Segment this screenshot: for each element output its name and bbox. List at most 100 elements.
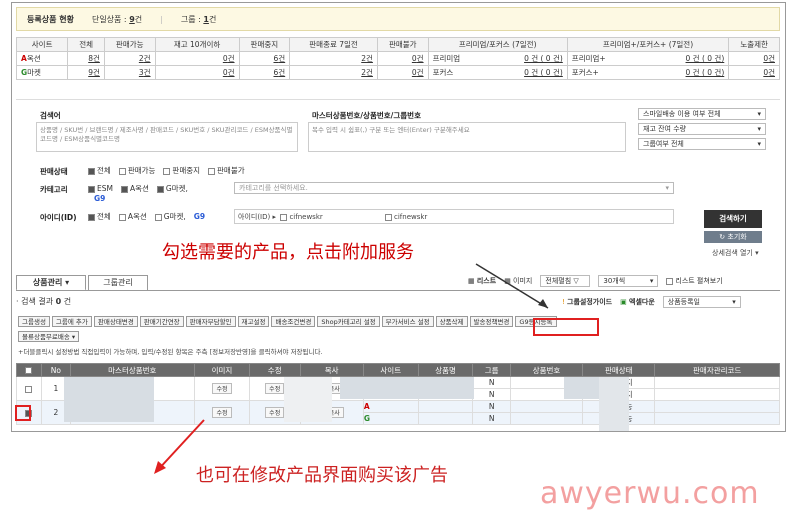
stat-sellable[interactable]: 3건 [103, 65, 156, 80]
toolbar-button[interactable]: 판매기간연장 [139, 316, 184, 327]
category-auction-checkbox[interactable]: A옥션 [120, 183, 149, 194]
seller-code[interactable] [654, 412, 780, 425]
id-gmarket-checkbox[interactable]: G마켓, [154, 211, 186, 222]
seller-code[interactable] [654, 388, 780, 401]
id-select-box[interactable]: 아이디(ID) ▸ cifnewskr cifnewskr [234, 209, 674, 224]
stats-header: 노출제한 [728, 37, 780, 52]
category-esm-checkbox[interactable]: ESM [88, 184, 113, 193]
search-button[interactable]: 검색하기 [704, 210, 762, 228]
result-actions: ! 그룹설정가이드 ▣ 엑셀다운 상품등록일 ▾ [562, 296, 741, 308]
list-header: 복사 [299, 363, 364, 377]
list-header: 이미지 [194, 363, 250, 377]
toolbar-button[interactable]: 배송조건변경 [271, 316, 316, 327]
detail-search-toggle[interactable]: 상세검색 열기 ▾ [712, 248, 759, 258]
excel-download-button[interactable]: ▣ 엑셀다운 [620, 297, 655, 307]
arrow-annotation-top [475, 263, 549, 309]
site-cell: A [362, 400, 419, 413]
stats-header: 프리미엄+/포커스+ (7일전) [566, 37, 730, 52]
id-auction-checkbox[interactable]: A옥션 [118, 211, 147, 222]
toolbar-button[interactable]: Shop카테고리 설정 [317, 316, 380, 327]
row-checkbox-cell[interactable] [15, 376, 43, 401]
id-all-checkbox[interactable]: 전체 [88, 211, 111, 222]
category-options: ESM A옥션 G마켓, [88, 183, 188, 194]
toolbar-button[interactable]: 그룹생성 [18, 316, 50, 327]
addon-service-highlight [533, 318, 599, 336]
stat-ending[interactable]: 2건 [289, 51, 378, 66]
keyword-input[interactable]: 상품명 / SKU번 / 브랜드명 / 제조사명 / 판매코드 / SKU번호 … [36, 122, 298, 152]
group-select[interactable]: 그룹여부 전체 ▾ [638, 138, 766, 150]
seller-code[interactable] [654, 400, 780, 413]
stock-select[interactable]: 재고 잔여 수량 ▾ [638, 123, 766, 135]
stats-header: 사이트 [15, 37, 69, 52]
sort-select[interactable]: 상품등록일 ▾ [662, 296, 741, 308]
stat-premium[interactable]: 프리미엄 0 건 ( 0 건) [427, 51, 568, 66]
toolbar-button[interactable]: 상품삭제 [435, 316, 468, 327]
toolbar-button[interactable]: 부가서비스 설정 [381, 316, 434, 327]
category-select[interactable]: 카테고리를 선택하세요. ▾ [234, 182, 674, 194]
group-count: 그룹 : 1건 [180, 14, 217, 24]
edit-button[interactable]: 수정 [265, 407, 285, 418]
toolbar-row-2: 몰류상품무료배송 ▾ [18, 331, 81, 342]
stat-stock[interactable]: 0건 [154, 51, 240, 66]
info-icon: ! [562, 298, 565, 306]
group-flag: N [472, 388, 511, 401]
stats-header: 판매종료 7일전 [289, 37, 378, 52]
edit-button[interactable]: 수정 [212, 407, 232, 418]
chevron-down-icon: ▾ [732, 298, 736, 306]
edit-button[interactable]: 수정 [212, 383, 232, 394]
list-header: 상품번호 [509, 363, 584, 377]
tab-product-manage[interactable]: 상품관리 ▾ [16, 275, 86, 291]
list-header: 수정 [248, 363, 301, 377]
per-page-select[interactable]: 30개씩 ▾ [598, 275, 659, 287]
stat-unsellable[interactable]: 0건 [376, 51, 429, 66]
watermark: awyerwu.com [540, 476, 760, 511]
stat-limit[interactable]: 0건 [728, 65, 780, 80]
stats-header: 판매가능 [103, 37, 156, 52]
status-unsellable-checkbox[interactable]: 판매불가 [208, 165, 245, 176]
group-guide-link[interactable]: ! 그룹설정가이드 [562, 297, 612, 307]
stat-total[interactable]: 8건 [67, 51, 105, 66]
toolbar-button[interactable]: 재고설정 [237, 316, 270, 327]
category-g9-label: G9 [94, 194, 106, 203]
category-gmarket-checkbox[interactable]: G마켓, [156, 183, 188, 194]
chevron-down-icon: ▾ [649, 277, 654, 285]
row-checkbox[interactable] [24, 385, 32, 393]
list-header: 그룹 [472, 363, 511, 377]
stat-ending[interactable]: 2건 [289, 65, 378, 80]
status-stopped-checkbox[interactable]: 판매중지 [163, 165, 200, 176]
status-sellable-checkbox[interactable]: 판매가능 [118, 165, 155, 176]
reset-button[interactable]: ↻ 초기화 [704, 231, 762, 243]
product-number [509, 400, 584, 413]
stat-sellable[interactable]: 2건 [103, 51, 156, 66]
category-label: 카테고리 [40, 185, 68, 194]
stat-premium-plus[interactable]: 프리미엄+ 0 건 ( 0 건) [566, 51, 730, 66]
free-shipping-button[interactable]: 몰류상품무료배송 ▾ [18, 331, 80, 342]
stat-premium[interactable]: 포커스 0 건 ( 0 건) [427, 65, 568, 80]
seller-code[interactable] [654, 376, 780, 389]
product-number [509, 412, 584, 425]
group-flag: N [472, 400, 511, 413]
stat-limit[interactable]: 0건 [728, 51, 780, 66]
list-header: 사이트 [362, 363, 419, 377]
chevron-down-icon: ▾ [757, 110, 761, 118]
stat-stopped[interactable]: 6건 [238, 65, 291, 80]
stat-total[interactable]: 9건 [67, 65, 105, 80]
status-all-checkbox[interactable]: 전체 [88, 165, 111, 176]
master-number-input[interactable]: 복수 입력 시 쉼표(,) 구분 또는 엔터(Enter) 구분해주세요 [308, 122, 626, 152]
id-g9-label: G9 [193, 212, 206, 221]
group-expand-checkbox[interactable]: 리스트 펼쳐보기 [666, 276, 723, 286]
checkbox-highlight [15, 405, 31, 421]
toolbar: 그룹생성 그룹에 추가 판매상태변경 판매기간연장 판매자부담할인 재고설정 배송조건변경 S… [18, 316, 778, 327]
toolbar-button[interactable]: 판매상태변경 [93, 316, 138, 327]
tab-group-manage[interactable]: 그룹관리 [88, 275, 148, 291]
stat-premium-plus[interactable]: 포커스+ 0 건 ( 0 건) [566, 65, 730, 80]
stat-stopped[interactable]: 6건 [238, 51, 291, 66]
stat-stock[interactable]: 0건 [154, 65, 240, 80]
toolbar-button[interactable]: 그룹에 추가 [51, 316, 92, 327]
select-all-checkbox[interactable] [24, 367, 32, 374]
smile-delivery-select[interactable]: 스마일배송 이용 여부 전체 ▾ [638, 108, 766, 120]
stat-unsellable[interactable]: 0건 [376, 65, 429, 80]
group-flag: N [472, 412, 511, 425]
toolbar-button[interactable]: 판매자부담할인 [185, 316, 236, 327]
edit-button[interactable]: 수정 [265, 383, 285, 394]
